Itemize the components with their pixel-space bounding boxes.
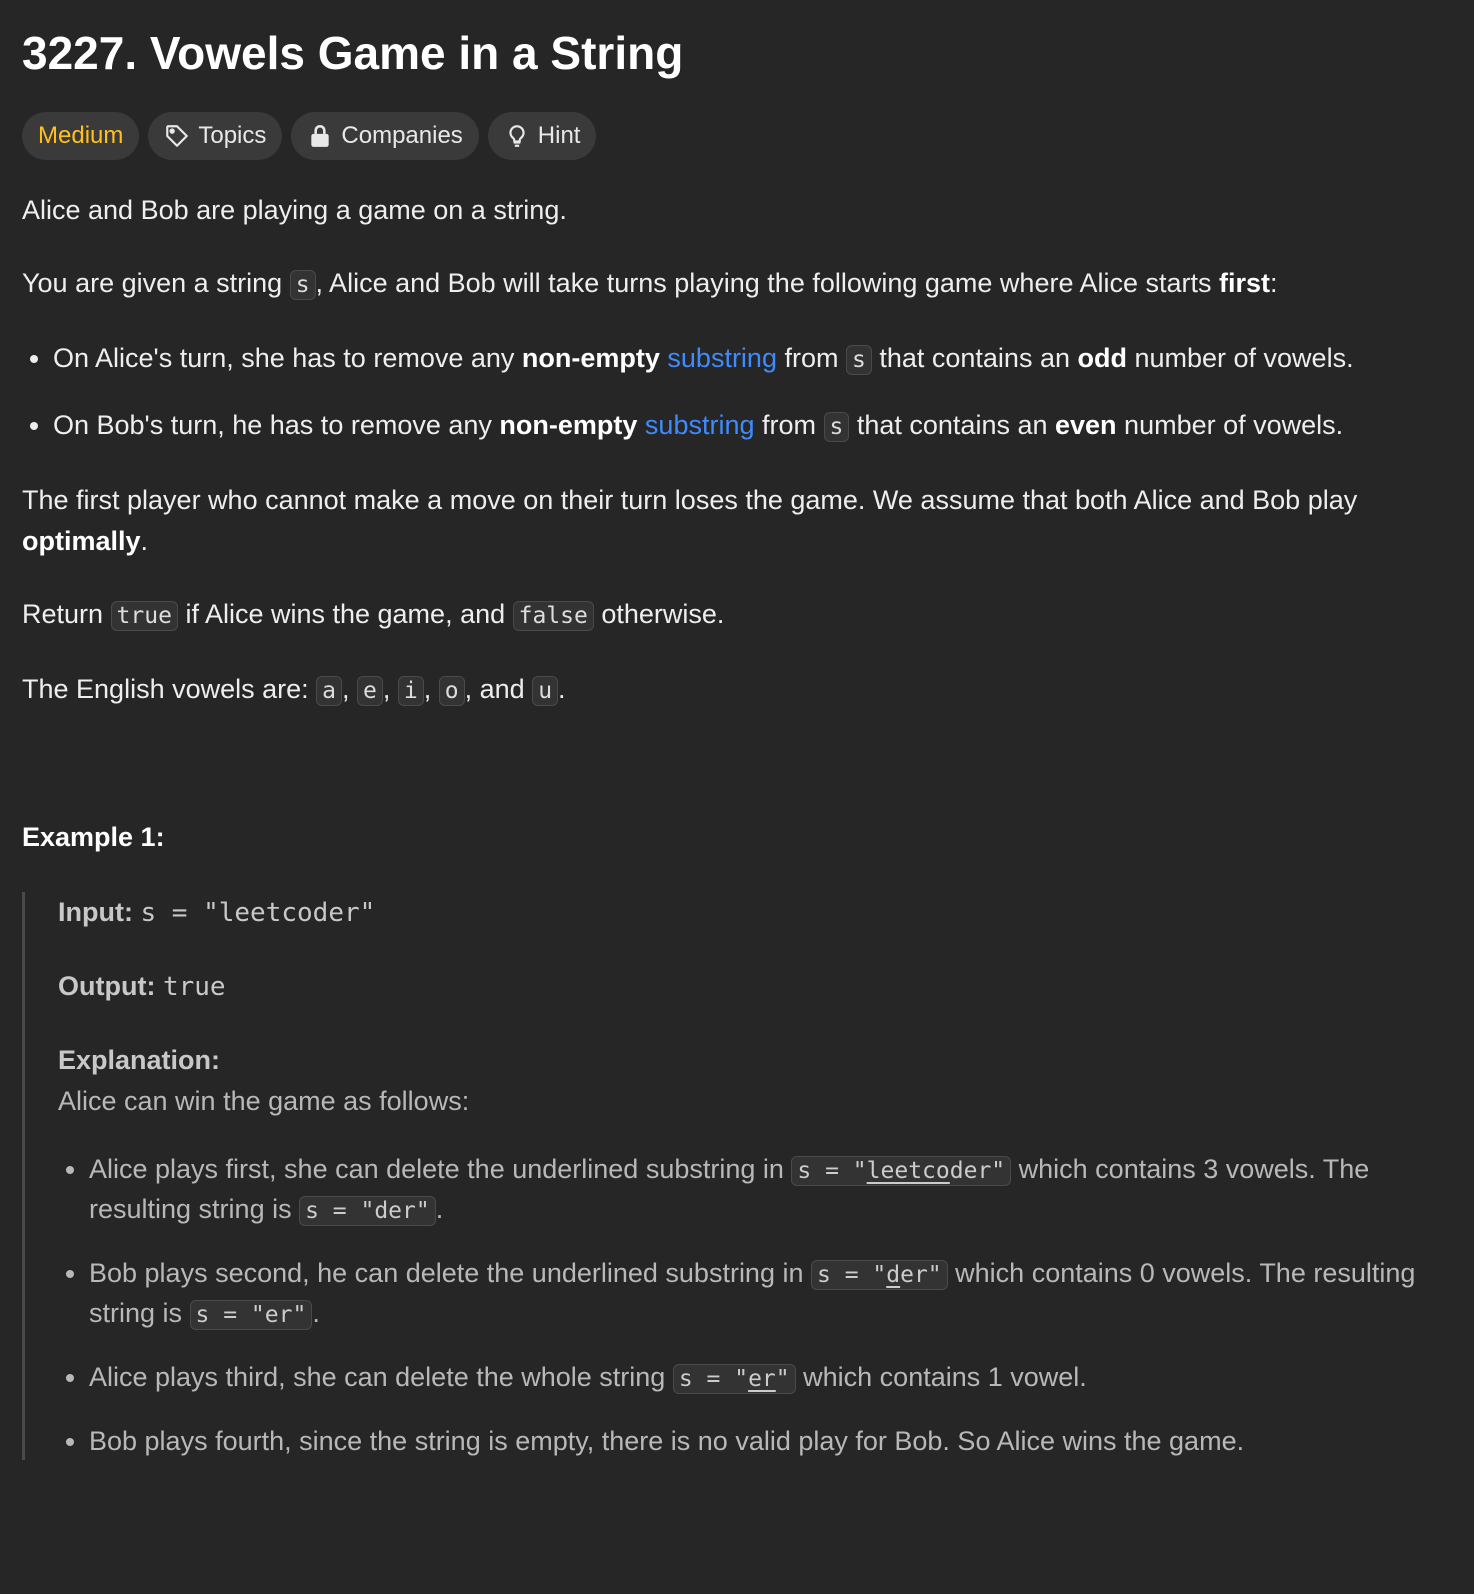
rules-list: On Alice's turn, she has to remove any n… <box>22 338 1452 448</box>
companies-label: Companies <box>341 122 463 149</box>
tag-icon <box>166 125 189 147</box>
inline-code: i <box>397 676 424 706</box>
example-output: Output: true <box>58 971 226 1002</box>
inline-code: s <box>289 270 316 300</box>
substring-link[interactable]: substring <box>645 410 755 440</box>
inline-code: o <box>438 676 465 706</box>
list-item: Bob plays fourth, since the string is em… <box>89 1422 1452 1460</box>
inline-code: false <box>512 601 594 631</box>
problem-page: 3227. Vowels Game in a String Medium Top… <box>0 0 1474 1460</box>
list-item: Bob plays second, he can delete the unde… <box>89 1254 1452 1334</box>
hint-label: Hint <box>537 122 581 149</box>
list-item: Alice plays third, she can delete the wh… <box>89 1358 1452 1398</box>
inline-code: true <box>110 601 178 631</box>
list-item: Alice plays first, she can delete the un… <box>89 1150 1452 1230</box>
inline-code: s = "er" <box>672 1364 796 1394</box>
desc-paragraph: Return true if Alice wins the game, and … <box>22 599 725 631</box>
example-title: Example 1: <box>22 822 165 852</box>
example-block: Input: s = "leetcoder" Output: true Expl… <box>22 892 1452 1460</box>
inline-code: s <box>845 345 872 375</box>
lightbulb-icon <box>509 125 525 147</box>
hint-button[interactable]: Hint <box>487 112 597 160</box>
explanation-steps: Alice plays first, she can delete the un… <box>58 1150 1452 1460</box>
problem-title[interactable]: 3227. Vowels Game in a String <box>22 22 1452 84</box>
substring-link[interactable]: substring <box>667 343 777 373</box>
inline-code: e <box>357 676 383 706</box>
desc-paragraph: You are given a string s, Alice and Bob … <box>22 268 1278 300</box>
desc-paragraph: The first player who cannot make a move … <box>22 485 1358 556</box>
desc-paragraph: Alice and Bob are playing a game on a st… <box>22 195 567 225</box>
lock-icon <box>311 124 330 147</box>
inline-code: s = "leetcoder" <box>791 1156 1012 1186</box>
list-item: On Alice's turn, she has to remove any n… <box>53 338 1452 381</box>
topics-button[interactable]: Topics <box>148 112 283 160</box>
inline-code: s = "der" <box>811 1260 948 1290</box>
inline-code: u <box>532 676 559 706</box>
inline-code: s <box>823 412 850 442</box>
example-input: Input: s = "leetcoder" <box>58 897 376 928</box>
inline-code: s = "er" <box>189 1300 313 1330</box>
problem-description: Alice and Bob are playing a game on a st… <box>22 190 1452 712</box>
inline-code: s = "der" <box>299 1196 436 1226</box>
difficulty-label: Medium <box>38 122 124 149</box>
topics-label: Topics <box>198 122 267 149</box>
tag-bar: Medium Topics Companies Hint <box>22 112 1452 160</box>
difficulty-badge: Medium <box>22 112 140 160</box>
inline-code: a <box>316 676 342 706</box>
list-item: On Bob's turn, he has to remove any non-… <box>53 405 1452 448</box>
desc-paragraph: The English vowels are: a, e, i, o, and … <box>22 674 566 706</box>
companies-button[interactable]: Companies <box>291 112 479 160</box>
example-explanation: Explanation: Alice can win the game as f… <box>58 1040 1452 1460</box>
